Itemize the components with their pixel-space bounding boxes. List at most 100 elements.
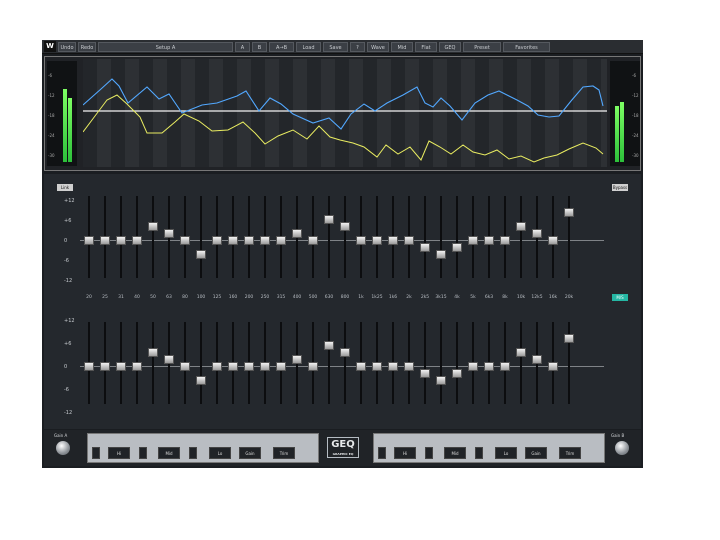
- setup-a-switch[interactable]: A: [235, 41, 250, 52]
- top-fader-cap[interactable]: [260, 236, 270, 245]
- bottom-fader-cap[interactable]: [212, 362, 222, 371]
- top-fader-track[interactable]: [424, 196, 426, 278]
- bottom-fader-cap[interactable]: [468, 362, 478, 371]
- redo-button[interactable]: Redo: [78, 41, 96, 52]
- top-fader-cap[interactable]: [500, 236, 510, 245]
- right-panel-mid[interactable]: Mid: [444, 447, 466, 459]
- bottom-fader-track[interactable]: [344, 322, 346, 404]
- top-fader-track[interactable]: [520, 196, 522, 278]
- top-fader-cap[interactable]: [116, 236, 126, 245]
- bottom-fader-cap[interactable]: [548, 362, 558, 371]
- right-panel-toggle[interactable]: [425, 447, 433, 459]
- left-panel-mid[interactable]: Mid: [158, 447, 180, 459]
- left-panel-hi[interactable]: Hi: [108, 447, 130, 459]
- bottom-fader-cap[interactable]: [196, 376, 206, 385]
- left-panel-toggle[interactable]: [92, 447, 100, 459]
- top-fader-cap[interactable]: [564, 208, 574, 217]
- bypass-button[interactable]: Bypass: [612, 184, 628, 191]
- wave-button[interactable]: Wave: [367, 41, 389, 52]
- bottom-fader-cap[interactable]: [436, 376, 446, 385]
- top-fader-cap[interactable]: [148, 222, 158, 231]
- left-panel-gain[interactable]: Gain: [239, 447, 261, 459]
- bottom-fader-track[interactable]: [424, 322, 426, 404]
- right-panel-hi[interactable]: Hi: [394, 447, 416, 459]
- setup-a-button[interactable]: Setup A: [98, 41, 233, 52]
- bottom-fader-cap[interactable]: [356, 362, 366, 371]
- top-fader-cap[interactable]: [468, 236, 478, 245]
- copy-a-to-b-button[interactable]: A→B: [269, 41, 294, 52]
- bottom-fader-cap[interactable]: [228, 362, 238, 371]
- bottom-fader-cap[interactable]: [132, 362, 142, 371]
- left-panel-lo[interactable]: Lo: [209, 447, 231, 459]
- left-gain-knob[interactable]: [56, 441, 70, 455]
- geq-button[interactable]: GEQ: [439, 41, 461, 52]
- bottom-fader-cap[interactable]: [100, 362, 110, 371]
- top-fader-cap[interactable]: [244, 236, 254, 245]
- right-panel-toggle[interactable]: [475, 447, 483, 459]
- bottom-fader-track[interactable]: [440, 322, 442, 404]
- top-fader-track[interactable]: [328, 196, 330, 278]
- bottom-fader-cap[interactable]: [484, 362, 494, 371]
- right-panel-trim[interactable]: Trim: [559, 447, 581, 459]
- bottom-fader-track[interactable]: [328, 322, 330, 404]
- top-fader-cap[interactable]: [132, 236, 142, 245]
- right-panel-toggle[interactable]: [378, 447, 386, 459]
- bottom-fader-cap[interactable]: [260, 362, 270, 371]
- top-fader-cap[interactable]: [420, 243, 430, 252]
- mid-button[interactable]: Mid: [391, 41, 413, 52]
- top-fader-cap[interactable]: [484, 236, 494, 245]
- bottom-fader-cap[interactable]: [388, 362, 398, 371]
- bottom-fader-cap[interactable]: [84, 362, 94, 371]
- top-fader-cap[interactable]: [516, 222, 526, 231]
- top-fader-cap[interactable]: [308, 236, 318, 245]
- right-gain-knob[interactable]: [615, 441, 629, 455]
- top-fader-track[interactable]: [200, 196, 202, 278]
- help-button[interactable]: ?: [350, 41, 365, 52]
- left-panel-toggle[interactable]: [189, 447, 197, 459]
- top-fader-cap[interactable]: [356, 236, 366, 245]
- bottom-fader-cap[interactable]: [244, 362, 254, 371]
- bottom-fader-cap[interactable]: [372, 362, 382, 371]
- top-fader-cap[interactable]: [276, 236, 286, 245]
- undo-button[interactable]: Undo: [58, 41, 76, 52]
- top-fader-cap[interactable]: [548, 236, 558, 245]
- top-fader-cap[interactable]: [340, 222, 350, 231]
- top-fader-track[interactable]: [152, 196, 154, 278]
- preset-button[interactable]: Preset: [463, 41, 501, 52]
- load-button[interactable]: Load: [296, 41, 321, 52]
- top-fader-track[interactable]: [456, 196, 458, 278]
- bottom-fader-cap[interactable]: [180, 362, 190, 371]
- top-fader-cap[interactable]: [196, 250, 206, 259]
- top-fader-cap[interactable]: [84, 236, 94, 245]
- bottom-fader-cap[interactable]: [500, 362, 510, 371]
- top-fader-cap[interactable]: [388, 236, 398, 245]
- top-fader-cap[interactable]: [404, 236, 414, 245]
- bottom-fader-cap[interactable]: [164, 355, 174, 364]
- bottom-fader-cap[interactable]: [564, 334, 574, 343]
- ms-button[interactable]: M/S: [612, 294, 628, 301]
- top-fader-cap[interactable]: [212, 236, 222, 245]
- top-fader-cap[interactable]: [100, 236, 110, 245]
- bottom-fader-cap[interactable]: [404, 362, 414, 371]
- bottom-fader-cap[interactable]: [324, 341, 334, 350]
- bottom-fader-track[interactable]: [152, 322, 154, 404]
- left-panel-trim[interactable]: Trim: [273, 447, 295, 459]
- bottom-fader-cap[interactable]: [148, 348, 158, 357]
- top-fader-cap[interactable]: [372, 236, 382, 245]
- setup-b-switch[interactable]: B: [252, 41, 267, 52]
- favorites-button[interactable]: Favorites: [503, 41, 550, 52]
- right-panel-lo[interactable]: Lo: [495, 447, 517, 459]
- top-fader-cap[interactable]: [292, 229, 302, 238]
- top-fader-cap[interactable]: [164, 229, 174, 238]
- top-fader-track[interactable]: [344, 196, 346, 278]
- top-fader-cap[interactable]: [228, 236, 238, 245]
- top-fader-cap[interactable]: [452, 243, 462, 252]
- left-panel-toggle[interactable]: [139, 447, 147, 459]
- bottom-fader-cap[interactable]: [276, 362, 286, 371]
- bottom-fader-cap[interactable]: [516, 348, 526, 357]
- bottom-fader-cap[interactable]: [116, 362, 126, 371]
- bottom-fader-cap[interactable]: [292, 355, 302, 364]
- bottom-fader-track[interactable]: [456, 322, 458, 404]
- bottom-fader-track[interactable]: [520, 322, 522, 404]
- bottom-fader-cap[interactable]: [532, 355, 542, 364]
